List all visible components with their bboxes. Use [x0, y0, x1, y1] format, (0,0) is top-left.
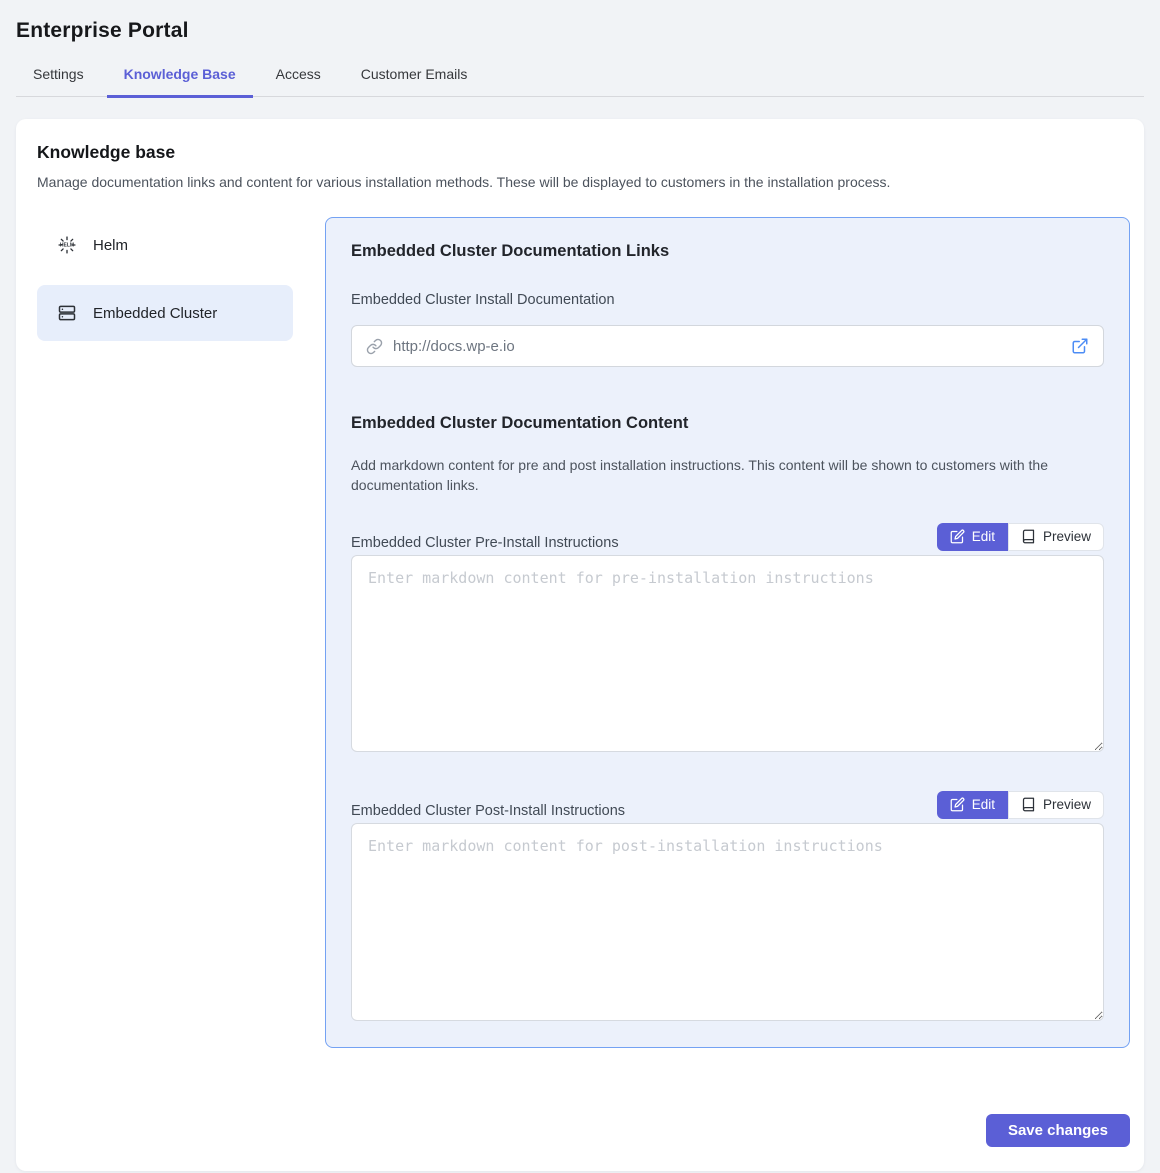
sidebar-item-label: Embedded Cluster: [93, 305, 217, 322]
content-section-heading: Embedded Cluster Documentation Content: [351, 414, 1104, 433]
install-doc-url-input[interactable]: [393, 338, 1061, 355]
page-title: Enterprise Portal: [16, 19, 1144, 43]
book-icon: [1021, 797, 1036, 812]
save-changes-button[interactable]: Save changes: [986, 1114, 1130, 1147]
external-link-icon[interactable]: [1071, 337, 1089, 355]
sidebar-item-embedded-cluster[interactable]: Embedded Cluster: [37, 285, 293, 341]
links-section-heading: Embedded Cluster Documentation Links: [351, 242, 1104, 261]
preview-button-label: Preview: [1043, 529, 1091, 544]
sidebar-item-helm[interactable]: HELM Helm: [37, 217, 293, 273]
post-install-preview-button[interactable]: Preview: [1008, 791, 1104, 819]
tab-access[interactable]: Access: [259, 56, 338, 98]
section-title: Knowledge base: [37, 142, 1130, 163]
tab-bar: Settings Knowledge Base Access Customer …: [16, 56, 1144, 97]
post-install-textarea[interactable]: [351, 823, 1104, 1021]
pre-install-edit-button[interactable]: Edit: [937, 523, 1008, 551]
helm-icon: HELM: [57, 235, 77, 255]
sidebar-item-label: Helm: [93, 237, 128, 254]
pre-install-label: Embedded Cluster Pre-Install Instruction…: [351, 535, 619, 551]
post-install-mode-toggle: Edit Preview: [937, 791, 1104, 819]
install-doc-label: Embedded Cluster Install Documentation: [351, 292, 1104, 308]
embedded-cluster-panel: Embedded Cluster Documentation Links Emb…: [325, 217, 1130, 1048]
edit-icon: [950, 797, 965, 812]
pre-install-textarea[interactable]: [351, 555, 1104, 752]
content-section-description: Add markdown content for pre and post in…: [351, 455, 1101, 496]
server-stack-icon: [57, 303, 77, 323]
link-icon: [366, 338, 383, 355]
preview-button-label: Preview: [1043, 797, 1091, 812]
tab-settings[interactable]: Settings: [16, 56, 101, 98]
svg-text:HELM: HELM: [60, 243, 74, 249]
book-icon: [1021, 529, 1036, 544]
install-method-nav: HELM Helm Embedded Cluster: [37, 217, 293, 353]
post-install-label: Embedded Cluster Post-Install Instructio…: [351, 803, 625, 819]
tab-customer-emails[interactable]: Customer Emails: [344, 56, 485, 98]
edit-button-label: Edit: [972, 797, 995, 812]
tab-knowledge-base[interactable]: Knowledge Base: [107, 56, 253, 98]
edit-icon: [950, 529, 965, 544]
pre-install-preview-button[interactable]: Preview: [1008, 523, 1104, 551]
page-header: Enterprise Portal Settings Knowledge Bas…: [0, 0, 1160, 97]
post-install-edit-button[interactable]: Edit: [937, 791, 1008, 819]
pre-install-mode-toggle: Edit Preview: [937, 523, 1104, 551]
knowledge-base-card: Knowledge base Manage documentation link…: [16, 119, 1144, 1171]
install-doc-url-field: [351, 325, 1104, 367]
edit-button-label: Edit: [972, 529, 995, 544]
section-description: Manage documentation links and content f…: [37, 174, 1130, 190]
